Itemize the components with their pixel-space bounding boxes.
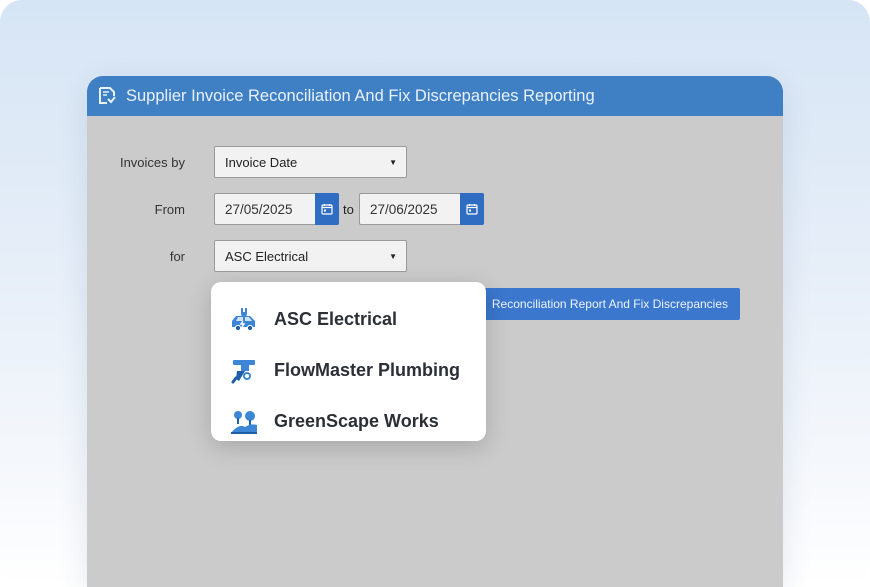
dropdown-item-flowmaster-plumbing[interactable]: FlowMaster Plumbing [211,345,486,396]
for-label: for [169,249,185,264]
reconciliation-report-button-label: Reconciliation Report And Fix Discrepanc… [491,297,728,311]
report-export-icon [97,86,117,106]
invoices-by-select[interactable]: Invoice Date ▼ [214,146,407,178]
invoices-by-label: Invoices by [119,155,185,170]
screenshot-frame: Supplier Invoice Reconciliation And Fix … [0,0,870,587]
calendar-icon [321,204,333,215]
supplier-dropdown-menu: ASC Electrical FlowMaster Plumbing Green… [211,282,486,441]
chevron-down-icon: ▼ [389,252,397,261]
dropdown-item-label: ASC Electrical [274,309,398,329]
dropdown-item-label: GreenScape Works [274,411,439,431]
calendar-icon [466,204,478,215]
from-label: From [154,202,185,217]
from-date-field[interactable]: 27/05/2025 [214,193,339,225]
from-date-value: 27/05/2025 [225,201,293,217]
to-label: to [343,202,354,217]
landscaping-trees-icon [229,407,259,437]
supplier-select[interactable]: ASC Electrical ▼ [214,240,407,272]
electric-van-icon [229,305,259,335]
window-title: Supplier Invoice Reconciliation And Fix … [126,86,595,105]
dropdown-item-asc-electrical[interactable]: ASC Electrical [211,294,486,345]
from-calendar-button[interactable] [315,193,339,225]
reconciliation-report-button[interactable]: Reconciliation Report And Fix Discrepanc… [465,288,740,320]
to-calendar-button[interactable] [460,193,484,225]
plumbing-wrench-icon [229,356,259,386]
to-date-value: 27/06/2025 [370,201,438,217]
title-bar: Supplier Invoice Reconciliation And Fix … [87,76,783,116]
dropdown-item-greenscape-works[interactable]: GreenScape Works [211,396,486,447]
supplier-select-value: ASC Electrical [225,248,309,264]
invoices-by-value: Invoice Date [225,154,298,170]
dropdown-item-label: FlowMaster Plumbing [274,360,461,380]
chevron-down-icon: ▼ [389,158,397,167]
to-date-field[interactable]: 27/06/2025 [359,193,484,225]
